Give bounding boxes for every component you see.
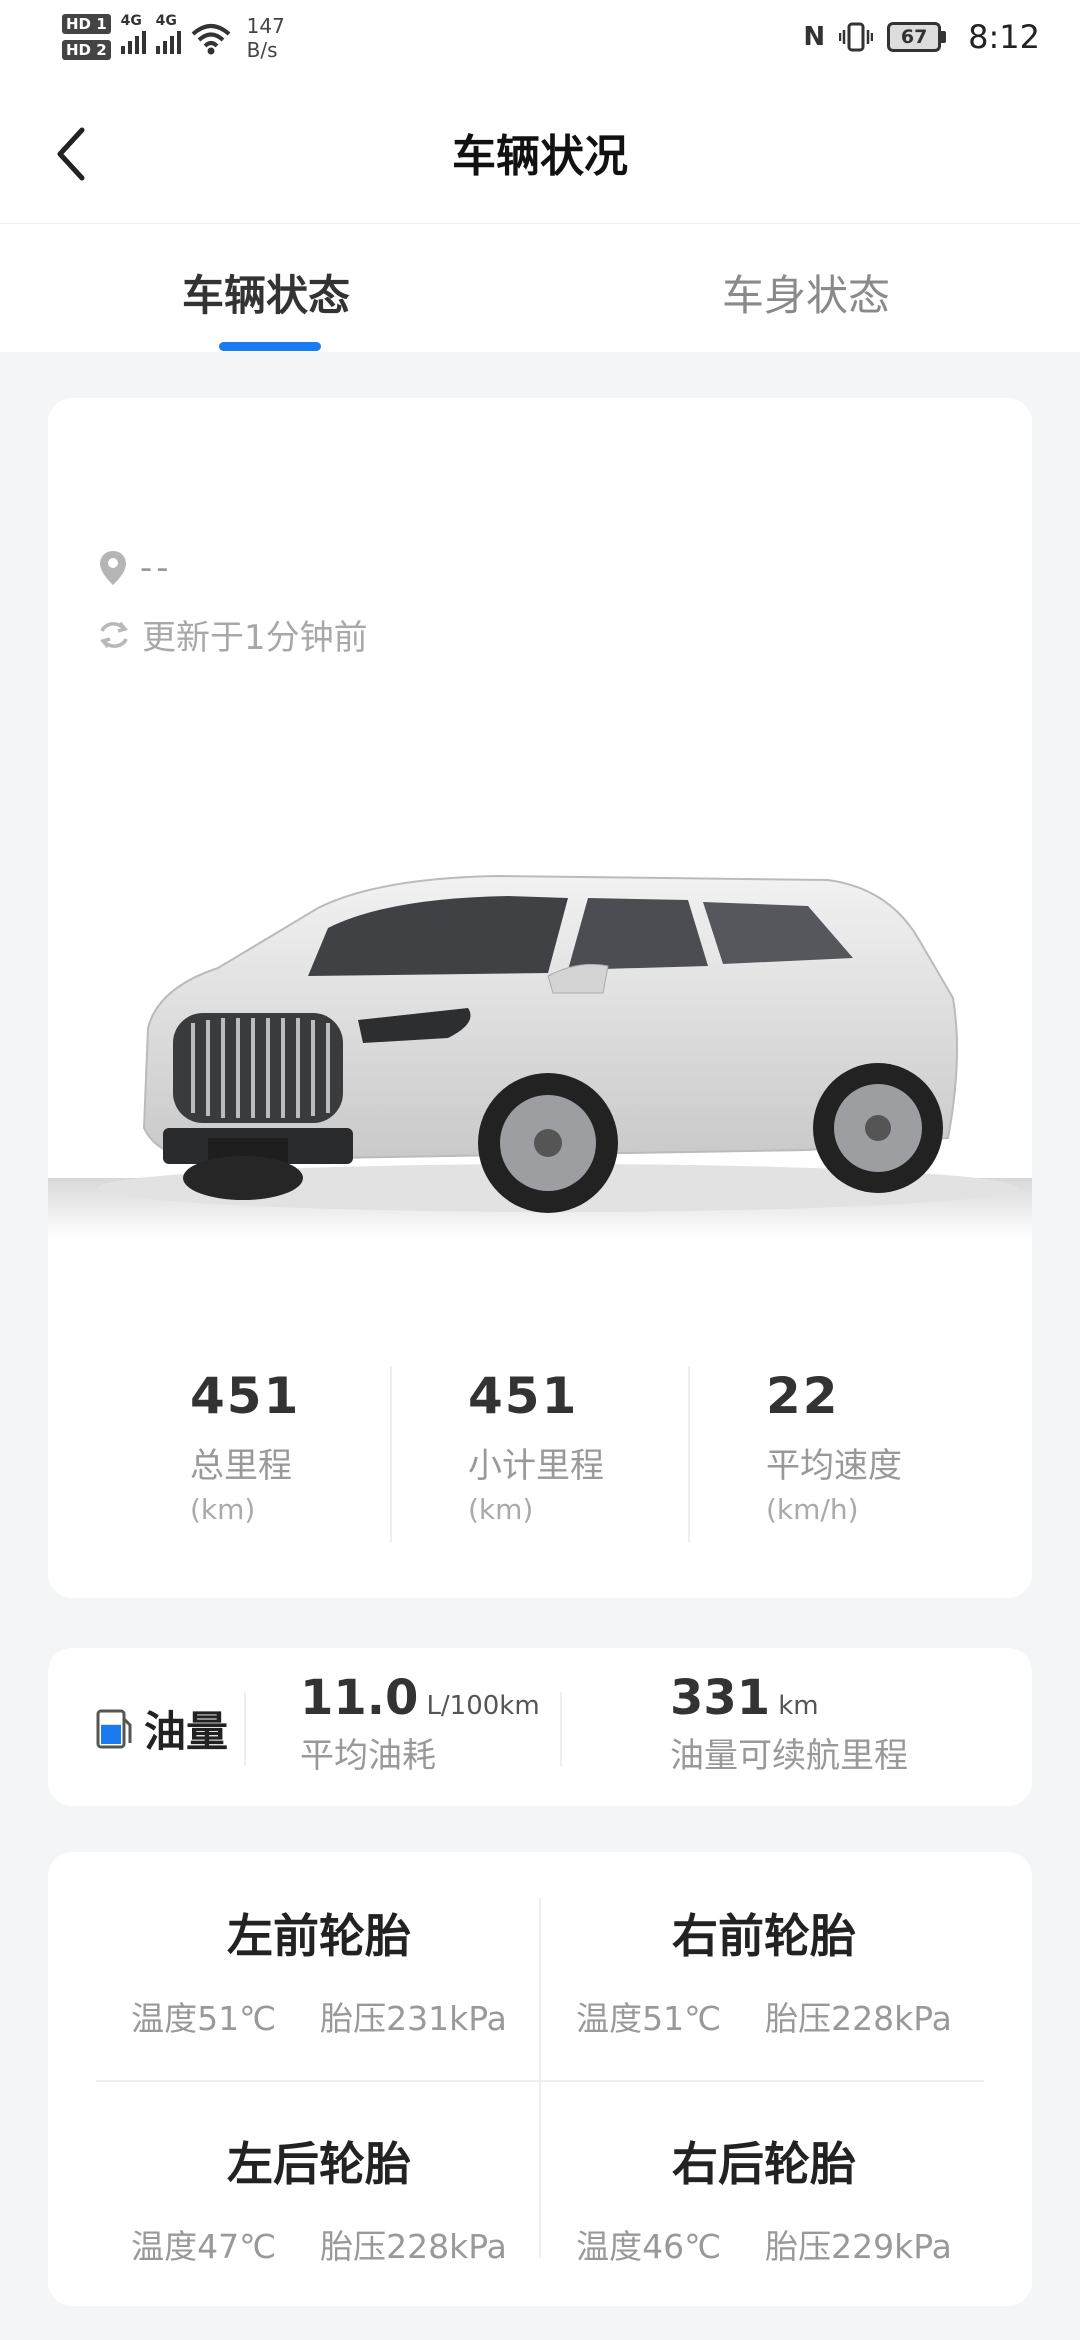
- average-speed-label: 平均速度: [766, 1446, 902, 1486]
- fuel-label: 油量: [144, 1707, 229, 1756]
- wifi-icon: [191, 24, 230, 55]
- stat-divider: [688, 1366, 690, 1542]
- tire-front-right: 右前轮胎 温度51℃ 胎压228kPa: [541, 1900, 987, 2040]
- tire-temperature: 温度51℃: [576, 1999, 722, 2038]
- mileage-stats: 451 总里程 (km) 451 小计里程 (km) 22 平均速度 (km/h…: [48, 1366, 1032, 1556]
- fuel-range-unit: km: [778, 1691, 819, 1721]
- refresh-icon: [99, 621, 129, 648]
- fuel-range-value: 331: [670, 1670, 771, 1726]
- tire-front-left: 左前轮胎 温度51℃ 胎压231kPa: [96, 1900, 542, 2040]
- avg-fuel-value: 11.0: [300, 1670, 419, 1726]
- tire-name: 左后轮胎: [227, 2137, 411, 2191]
- total-mileage-value: 451: [190, 1367, 301, 1425]
- stat-trip-mileage: 451 小计里程 (km): [468, 1366, 604, 1556]
- location-text: --: [140, 548, 173, 588]
- clock: 8:12: [968, 18, 1040, 56]
- tire-temperature: 温度51℃: [131, 1999, 277, 2038]
- total-mileage-label: 总里程: [190, 1446, 292, 1486]
- battery-indicator: 67: [887, 22, 947, 52]
- tire-card: 左前轮胎 温度51℃ 胎压231kPa 右前轮胎 温度51℃ 胎压228kPa …: [48, 1852, 1032, 2306]
- fuel-divider: [244, 1692, 246, 1766]
- hd2-badge: HD 2: [62, 40, 111, 60]
- net-speed-value: 147: [246, 14, 285, 38]
- tire-info: 温度51℃ 胎压228kPa: [541, 1992, 987, 2040]
- total-mileage-unit: (km): [190, 1493, 256, 1526]
- tire-pressure: 胎压228kPa: [765, 1999, 952, 2038]
- signal-2: 4G: [155, 13, 181, 54]
- vehicle-image: [48, 874, 1032, 1238]
- tire-name: 右后轮胎: [672, 2137, 856, 2191]
- signal-bars-2-icon: [155, 28, 181, 54]
- stat-divider: [390, 1366, 392, 1542]
- tire-pressure: 胎压228kPa: [320, 2227, 507, 2266]
- net-speed-unit: B/s: [246, 38, 278, 62]
- tire-pressure: 胎压229kPa: [765, 2227, 952, 2266]
- net-speed: 147 B/s: [241, 14, 285, 62]
- battery-tip: [941, 31, 947, 43]
- tire-pressure: 胎压231kPa: [320, 1999, 507, 2038]
- tire-rear-left: 左后轮胎 温度47℃ 胎压228kPa: [96, 2128, 542, 2268]
- page-title: 车辆状况: [452, 131, 628, 182]
- tire-name: 右前轮胎: [672, 1909, 856, 1963]
- avg-fuel-unit: L/100km: [426, 1691, 540, 1721]
- tab-vehicle-status[interactable]: 车辆状态: [182, 262, 350, 323]
- signal-1: 4G: [120, 13, 146, 54]
- hd1-badge: HD 1: [62, 14, 111, 34]
- average-speed-unit: (km/h): [766, 1493, 859, 1526]
- tire-rear-right: 右后轮胎 温度46℃ 胎压229kPa: [541, 2128, 987, 2268]
- fuel-label-group: 油量: [96, 1698, 228, 1759]
- avg-fuel-label: 平均油耗: [300, 1736, 436, 1776]
- tire-info: 温度46℃ 胎压229kPa: [541, 2220, 987, 2268]
- location-pin-icon: [100, 551, 126, 585]
- tire-info: 温度51℃ 胎压231kPa: [96, 1992, 542, 2040]
- tire-temperature: 温度47℃: [131, 2227, 277, 2266]
- fuel-divider: [560, 1692, 562, 1766]
- nfc-icon: N: [803, 22, 826, 52]
- hd-badges: HD 1 HD 2: [62, 14, 111, 60]
- stat-average-speed: 22 平均速度 (km/h): [766, 1366, 902, 1556]
- update-row[interactable]: 更新于1分钟前: [98, 610, 368, 659]
- signal-bars-1-icon: [120, 28, 146, 54]
- location-row: --: [98, 548, 173, 588]
- active-tab-indicator: [219, 342, 321, 351]
- trip-mileage-value: 451: [468, 1367, 579, 1425]
- status-right: N 67 8:12: [803, 18, 1040, 56]
- status-bar: HD 1 HD 2 4G 4G 147 B/s N 67 8:12: [0, 0, 1080, 80]
- network-type-2: 4G: [155, 13, 177, 29]
- battery-level: 67: [887, 22, 942, 52]
- status-left: HD 1 HD 2 4G 4G 147 B/s: [62, 14, 285, 62]
- fuel-gauge-icon: [96, 1709, 132, 1748]
- stat-total-mileage: 451 总里程 (km): [190, 1366, 300, 1556]
- fuel-range: 331 km 油量可续航里程: [670, 1670, 908, 1777]
- tire-info: 温度47℃ 胎压228kPa: [96, 2220, 542, 2268]
- tab-bar: 车辆状态 车身状态: [0, 224, 1080, 352]
- average-speed-value: 22: [766, 1367, 840, 1425]
- avg-fuel-value-row: 11.0 L/100km: [300, 1670, 540, 1726]
- trip-mileage-unit: (km): [468, 1493, 534, 1526]
- vibrate-icon: [839, 22, 874, 52]
- tire-name: 左前轮胎: [227, 1909, 411, 1963]
- app-header: 车辆状况: [0, 80, 1080, 224]
- update-time-text: 更新于1分钟前: [142, 618, 368, 658]
- trip-mileage-label: 小计里程: [468, 1446, 604, 1486]
- fuel-range-value-row: 331 km: [670, 1670, 908, 1726]
- avg-fuel-consumption: 11.0 L/100km 平均油耗: [300, 1670, 540, 1777]
- network-type-1: 4G: [120, 13, 142, 29]
- vehicle-card: -- 更新于1分钟前 451 总里程 (km) 451 小计里程 (km) 22…: [48, 398, 1032, 1598]
- fuel-card: 油量 11.0 L/100km 平均油耗 331 km 油量可续航里程: [48, 1648, 1032, 1806]
- tab-body-status[interactable]: 车身状态: [722, 262, 890, 323]
- tire-temperature: 温度46℃: [576, 2227, 722, 2266]
- fuel-range-label: 油量可续航里程: [670, 1736, 908, 1776]
